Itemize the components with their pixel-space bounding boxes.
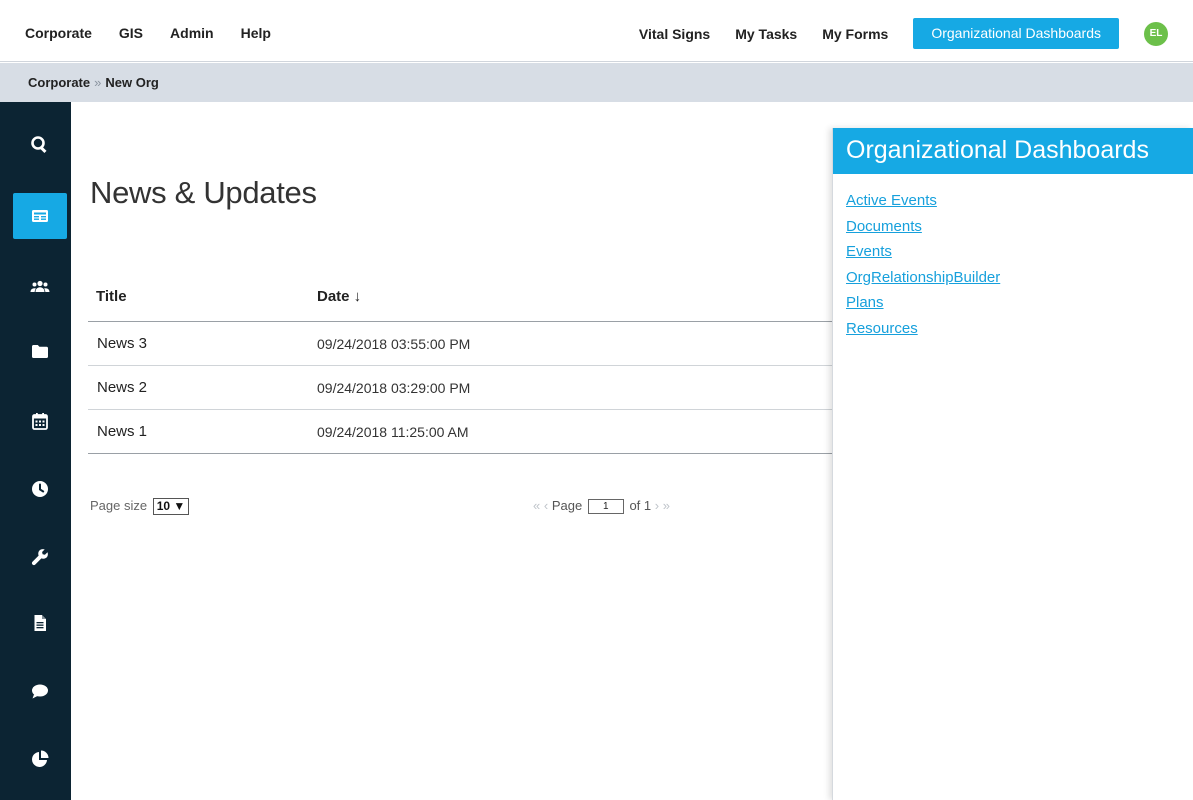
news-table: Title Date ↓ News 3 09/24/2018 03:55:00 … [88, 274, 848, 454]
table-row[interactable]: News 3 09/24/2018 03:55:00 PM [88, 322, 848, 366]
news-date: 09/24/2018 11:25:00 AM [317, 424, 469, 440]
column-date-header[interactable]: Date ↓ [317, 288, 361, 305]
panel-title: Organizational Dashboards [833, 128, 1193, 174]
news-date: 09/24/2018 03:55:00 PM [317, 336, 471, 352]
sidebar-reports[interactable] [13, 736, 67, 782]
link-documents[interactable]: Documents [846, 214, 1193, 240]
user-avatar[interactable]: EL [1144, 21, 1168, 46]
breadcrumb: Corporate » New Org [0, 63, 1193, 102]
page-number-input[interactable]: 1 [587, 499, 624, 515]
page-size-control: Page size 10 ▼ [90, 498, 190, 515]
link-active-events[interactable]: Active Events [846, 188, 1193, 214]
people-icon [30, 280, 50, 292]
table-row[interactable]: News 1 09/24/2018 11:25:00 AM [88, 410, 848, 454]
calendar-icon [32, 413, 48, 430]
sidebar-search[interactable] [13, 122, 67, 168]
breadcrumb-separator: » [94, 75, 102, 90]
sidebar-news[interactable] [13, 193, 67, 239]
next-page-button[interactable]: › [655, 498, 659, 513]
page-size-select[interactable]: 10 ▼ [152, 498, 190, 515]
dashboard-links: Active Events Documents Events OrgRelati… [833, 174, 1193, 341]
nav-corporate[interactable]: Corporate [25, 25, 92, 41]
link-plans[interactable]: Plans [846, 290, 1193, 316]
wrench-icon [31, 549, 48, 566]
table-header: Title Date ↓ [88, 274, 848, 322]
sidebar-tools[interactable] [13, 534, 67, 580]
table-row[interactable]: News 2 09/24/2018 03:29:00 PM [88, 366, 848, 410]
chat-icon [32, 684, 48, 699]
clock-icon [32, 481, 48, 497]
top-navigation: Corporate GIS Admin Help Vital Signs My … [0, 0, 1193, 62]
previous-page-button[interactable]: ‹ [544, 498, 548, 513]
search-icon [31, 136, 47, 154]
news-title[interactable]: News 1 [97, 423, 147, 440]
sidebar-folders[interactable] [13, 328, 67, 374]
page-title: News & Updates [90, 175, 317, 210]
link-org-relationship-builder[interactable]: OrgRelationshipBuilder [846, 265, 1193, 291]
breadcrumb-root[interactable]: Corporate [28, 75, 90, 90]
link-resources[interactable]: Resources [846, 316, 1193, 342]
sidebar-calendar[interactable] [13, 398, 67, 444]
page-navigation: « ‹ Page 1 of 1 › » [533, 498, 670, 515]
nav-vital-signs[interactable]: Vital Signs [639, 26, 710, 42]
organizational-dashboards-panel: Organizational Dashboards Active Events … [832, 128, 1193, 800]
news-date: 09/24/2018 03:29:00 PM [317, 380, 471, 396]
page-label: Page [551, 498, 583, 513]
sidebar [0, 102, 71, 800]
sidebar-documents[interactable] [13, 600, 67, 646]
top-nav-right: Vital Signs My Tasks My Forms Organizati… [639, 18, 1193, 49]
first-page-button[interactable]: « [533, 498, 540, 513]
last-page-button[interactable]: » [663, 498, 670, 513]
news-title[interactable]: News 3 [97, 335, 147, 352]
page-count-label: of 1 [629, 498, 652, 513]
document-icon [34, 615, 46, 631]
sidebar-messages[interactable] [13, 668, 67, 714]
nav-admin[interactable]: Admin [170, 25, 214, 41]
nav-my-tasks[interactable]: My Tasks [735, 26, 797, 42]
column-title-header[interactable]: Title [96, 288, 127, 305]
folder-icon [32, 345, 48, 358]
link-events[interactable]: Events [846, 239, 1193, 265]
nav-gis[interactable]: GIS [119, 25, 143, 41]
top-nav-left: Corporate GIS Admin Help [25, 25, 298, 41]
sidebar-history[interactable] [13, 466, 67, 512]
news-title[interactable]: News 2 [97, 379, 147, 396]
news-icon [32, 210, 48, 222]
sidebar-people[interactable] [13, 264, 67, 310]
pie-chart-icon [32, 750, 49, 767]
nav-help[interactable]: Help [241, 25, 271, 41]
page-size-label: Page size [90, 498, 148, 513]
organizational-dashboards-button[interactable]: Organizational Dashboards [913, 18, 1119, 49]
nav-my-forms[interactable]: My Forms [822, 26, 888, 42]
breadcrumb-current: New Org [105, 75, 159, 90]
